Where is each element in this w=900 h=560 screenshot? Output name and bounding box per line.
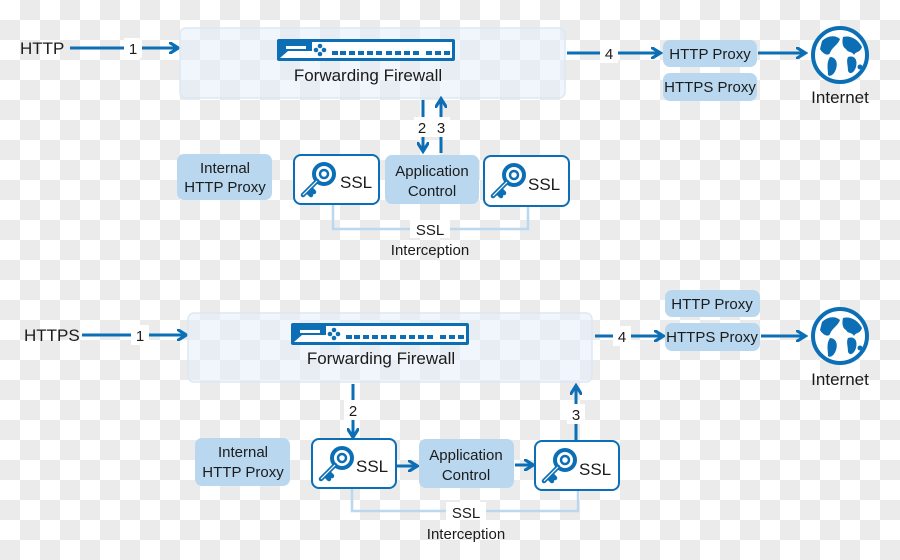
http-flow: HTTP 1 Forwarding Firewall 2 3 Internal … [20,26,869,259]
https-proxy-label: HTTPS Proxy [664,79,756,96]
app-control-line1: Application [395,163,468,180]
internal-proxy-line1: Internal [200,160,250,177]
step-2-label: 2 [349,403,357,420]
internal-proxy-line2: HTTP Proxy [184,179,266,196]
ssl-left-label: SSL [356,457,388,476]
internet-label: Internet [811,370,869,389]
interception-line2: Interception [391,242,469,259]
internet-label: Internet [811,88,869,107]
step-4-label: 4 [605,46,613,63]
step-3-label: 3 [572,407,580,424]
step-3-label: 3 [437,120,445,137]
app-control-line2: Control [408,183,456,200]
firewall-label: Forwarding Firewall [294,66,442,85]
firewall-device-icon [277,39,455,61]
step-2-label: 2 [418,120,426,137]
interception-line1: SSL [452,505,480,522]
app-control-line1: Application [429,447,502,464]
firewall-device-icon [291,323,469,345]
app-control-line2: Control [442,467,490,484]
internal-proxy-line2: HTTP Proxy [202,464,284,481]
interception-line2: Interception [427,526,505,543]
http-proxy-label: HTTP Proxy [669,46,751,63]
https-source-label: HTTPS [24,326,80,345]
ssl-right-label: SSL [579,460,611,479]
interception-line1: SSL [416,222,444,239]
ssl-right-label: SSL [528,175,560,194]
https-flow: HTTPS 1 Forwarding Firewall 2 3 Internal… [24,290,869,543]
step-1-label: 1 [136,328,144,345]
step-1-label: 1 [129,41,137,58]
https-proxy-label: HTTPS Proxy [666,329,758,346]
http-source-label: HTTP [20,39,64,58]
globe-icon [811,307,869,365]
http-proxy-label: HTTP Proxy [671,296,753,313]
firewall-label: Forwarding Firewall [307,349,455,368]
ssl-left-label: SSL [340,173,372,192]
internal-proxy-line1: Internal [218,444,268,461]
globe-icon [811,26,869,84]
forwarding-firewall-panel [179,27,566,99]
diagram: HTTP 1 Forwarding Firewall 2 3 Internal … [20,26,869,543]
step-4-label: 4 [618,329,626,346]
